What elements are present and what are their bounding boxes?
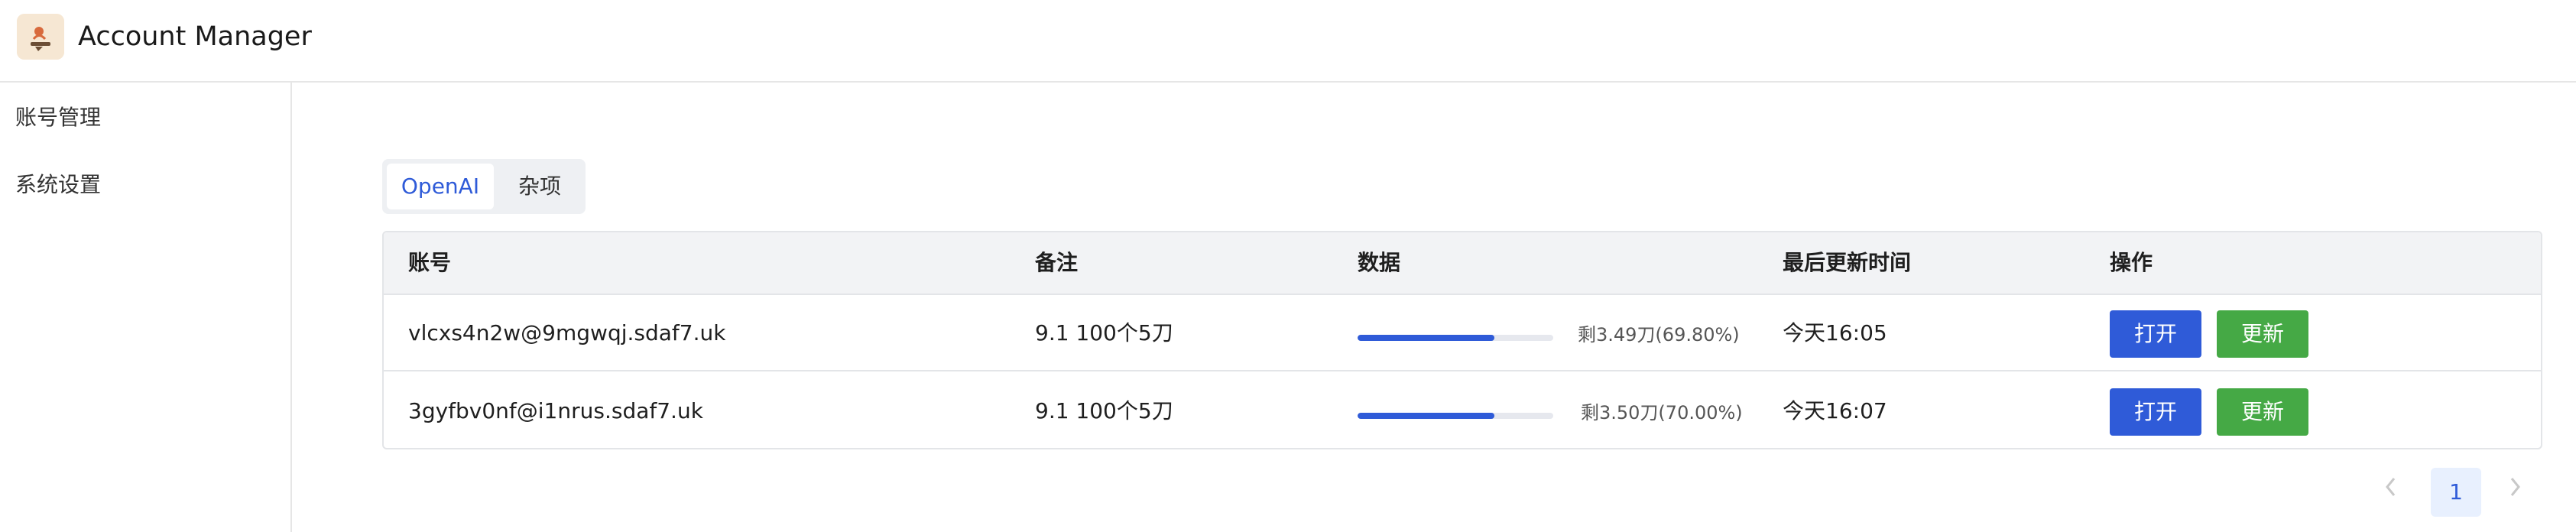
- tab-label: OpenAI: [401, 174, 480, 199]
- tab-openai[interactable]: OpenAI: [387, 164, 494, 209]
- usage-progress-text: 剩3.50刀(70.00%): [1581, 402, 1743, 423]
- sidebar-item-account-management[interactable]: 账号管理: [15, 102, 101, 133]
- account-cell: vlcxs4n2w@9mgwqj.sdaf7.uk: [408, 320, 726, 345]
- updated-cell: 今天16:05: [1783, 320, 1887, 345]
- pagination-page-1[interactable]: 1: [2431, 468, 2481, 517]
- usage-progress-fill: [1358, 413, 1495, 419]
- app-header: Account Manager: [0, 0, 2576, 83]
- header-actions: 操作: [2110, 250, 2153, 275]
- note-cell: 9.1 100个5刀: [1035, 320, 1173, 345]
- app-logo-graphic: [17, 14, 64, 60]
- account-cell: 3gyfbv0nf@i1nrus.sdaf7.uk: [408, 398, 703, 423]
- open-button[interactable]: 打开: [2110, 310, 2201, 358]
- sidebar: 账号管理 系统设置: [0, 83, 292, 532]
- note-cell: 9.1 100个5刀: [1035, 398, 1173, 423]
- sidebar-item-label: 系统设置: [15, 172, 102, 197]
- open-button[interactable]: 打开: [2110, 388, 2201, 436]
- tab-misc[interactable]: 杂项: [498, 164, 581, 209]
- chevron-right-icon[interactable]: [2509, 475, 2522, 504]
- chevron-right-icon-shape: [2510, 478, 2520, 496]
- header-updated: 最后更新时间: [1783, 250, 1912, 275]
- tab-group: OpenAI 杂项: [382, 159, 586, 214]
- accounts-table: 账号 备注 数据 最后更新时间 操作 vlcxs4n2w@9mgwqj.sdaf…: [382, 231, 2542, 449]
- app-title: Account Manager: [78, 21, 312, 52]
- usage-progress-text: 剩3.49刀(69.80%): [1578, 324, 1740, 345]
- update-button[interactable]: 更新: [2217, 388, 2308, 436]
- header-note: 备注: [1035, 250, 1079, 275]
- app-logo-icon: [17, 14, 64, 60]
- usage-progress-fill: [1358, 335, 1494, 341]
- chevron-left-icon-shape: [2386, 478, 2396, 496]
- sidebar-item-system-settings[interactable]: 系统设置: [15, 170, 101, 200]
- table-row: vlcxs4n2w@9mgwqj.sdaf7.uk 9.1 100个5刀 剩3.…: [384, 295, 2541, 371]
- usage-progress-bar: [1358, 413, 1553, 419]
- sidebar-item-label: 账号管理: [15, 105, 102, 130]
- updated-cell: 今天16:07: [1783, 398, 1887, 423]
- tab-label: 杂项: [517, 174, 561, 199]
- table-row: 3gyfbv0nf@i1nrus.sdaf7.uk 9.1 100个5刀 剩3.…: [384, 373, 2541, 448]
- table-header: 账号 备注 数据 最后更新时间 操作: [384, 232, 2541, 295]
- update-button[interactable]: 更新: [2217, 310, 2308, 358]
- header-data: 数据: [1358, 250, 1401, 275]
- usage-progress-bar: [1358, 335, 1553, 341]
- chevron-left-icon[interactable]: [2383, 475, 2397, 504]
- header-account: 账号: [408, 250, 452, 275]
